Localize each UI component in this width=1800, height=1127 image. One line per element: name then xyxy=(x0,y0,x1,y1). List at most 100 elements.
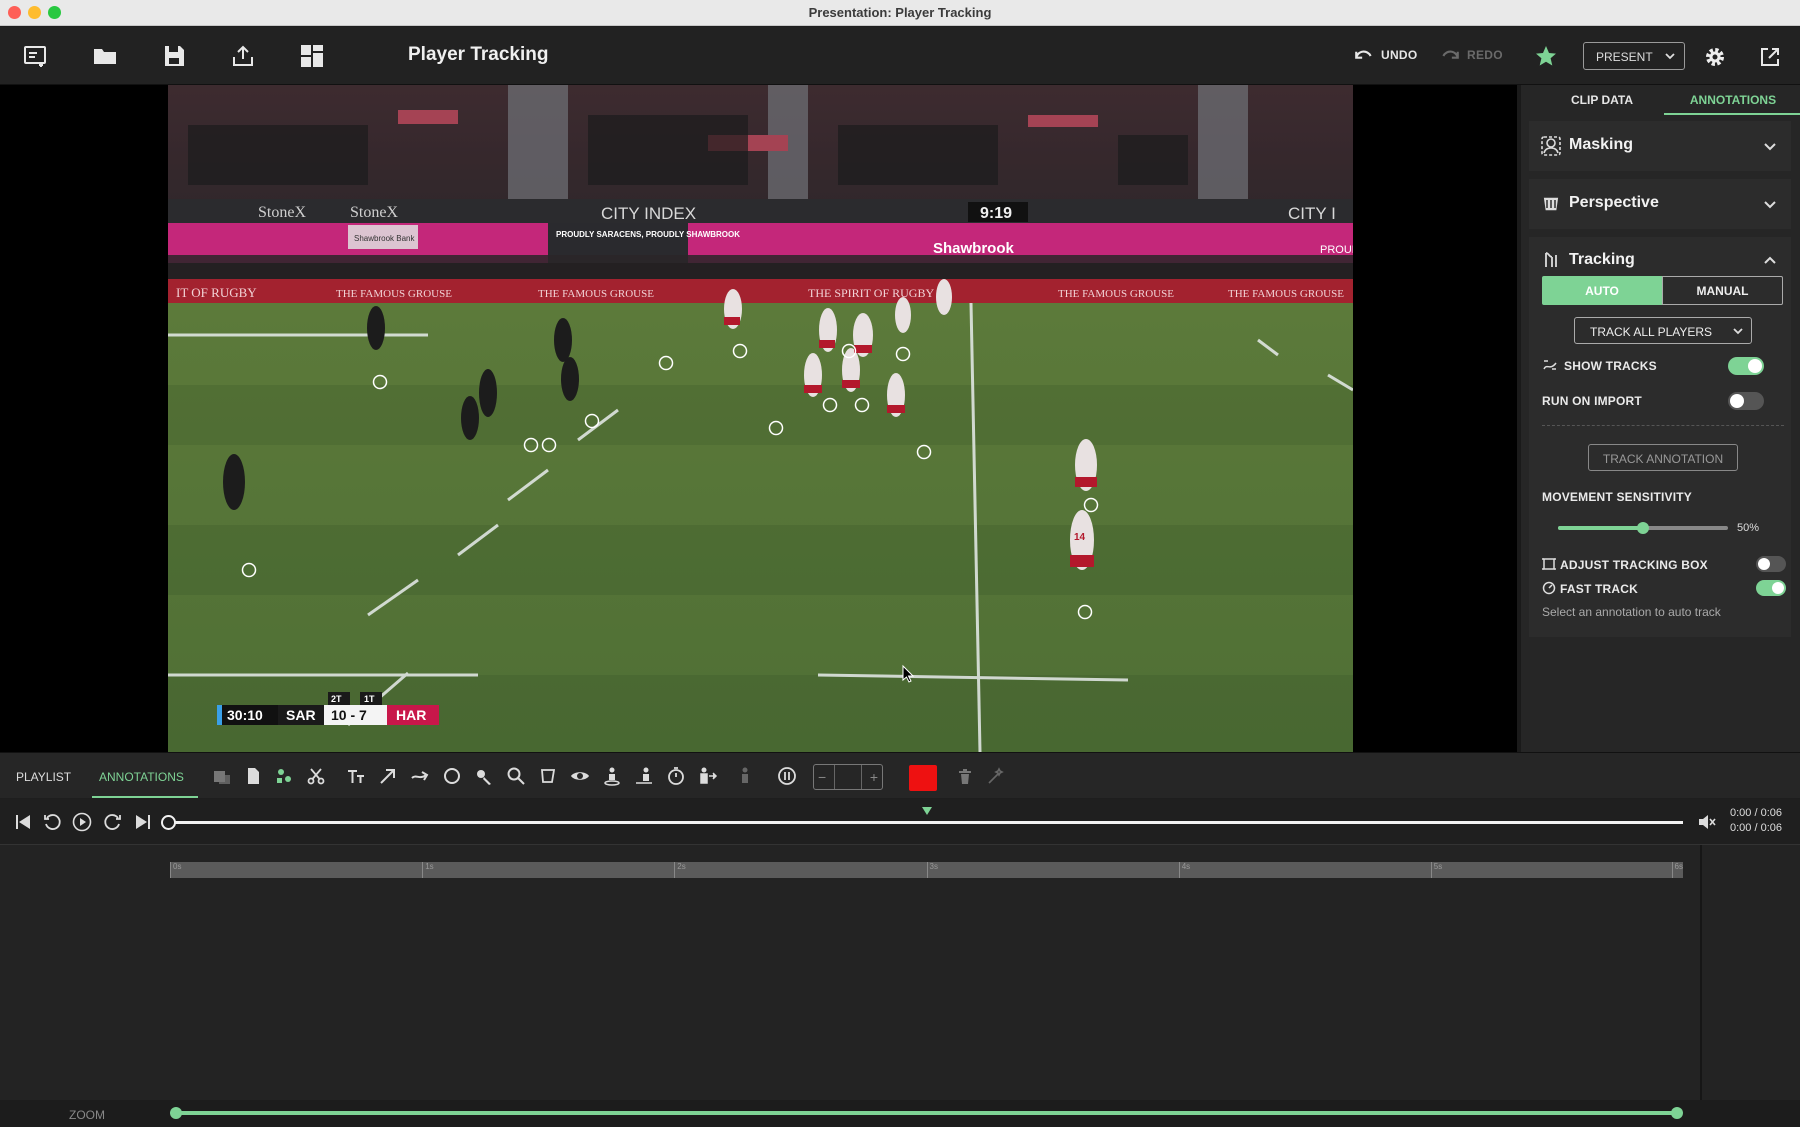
home-team: SAR xyxy=(286,707,316,723)
masking-section[interactable]: Masking xyxy=(1529,121,1791,171)
timer-icon[interactable] xyxy=(666,766,686,786)
undo-icon[interactable] xyxy=(1352,45,1374,67)
trash-icon[interactable] xyxy=(955,766,975,786)
sensitivity-slider[interactable] xyxy=(1558,522,1728,534)
scrubber-track[interactable] xyxy=(168,821,1683,824)
tab-underline xyxy=(92,796,198,798)
away-tries: 1T xyxy=(364,694,375,704)
star-icon[interactable] xyxy=(1534,44,1558,68)
play-icon[interactable] xyxy=(72,812,92,832)
scrubber-handle[interactable] xyxy=(161,815,176,830)
magnify-tool-icon[interactable] xyxy=(506,766,526,786)
player-link-icon[interactable] xyxy=(634,766,654,786)
ruler-tick: 5s xyxy=(1430,862,1442,878)
skip-forward-icon[interactable] xyxy=(133,812,153,832)
copy-icon[interactable] xyxy=(212,766,232,786)
run-on-import-toggle[interactable] xyxy=(1728,392,1764,410)
annotation-toolbar: PLAYLIST ANNOTATIONS − + xyxy=(0,752,1800,798)
tab-annotations-bottom[interactable]: ANNOTATIONS xyxy=(99,770,184,784)
arrow-tool-icon[interactable] xyxy=(378,766,398,786)
banner-text: Shawbrook Bank xyxy=(354,234,415,243)
rewind-icon[interactable] xyxy=(42,812,62,832)
minus-icon[interactable]: − xyxy=(818,769,826,785)
export-icon[interactable] xyxy=(230,43,256,69)
tab-annotations[interactable]: ANNOTATIONS xyxy=(1664,85,1800,115)
gear-icon[interactable] xyxy=(1703,45,1727,69)
sensitivity-slider-fill xyxy=(1558,526,1643,530)
layout-grid-icon[interactable] xyxy=(299,43,325,69)
mode-manual-button[interactable]: MANUAL xyxy=(1662,276,1783,305)
text-tool-icon[interactable] xyxy=(346,766,366,786)
scissors-icon[interactable] xyxy=(306,766,326,786)
mode-auto-button[interactable]: AUTO xyxy=(1542,276,1662,305)
show-tracks-icon xyxy=(1542,357,1558,373)
banner-text: CITY I xyxy=(1288,204,1336,223)
chevron-down-icon xyxy=(1663,49,1677,63)
video-viewport: StoneX StoneX CITY INDEX 9:19 CITY I PRO… xyxy=(0,85,1517,752)
track-players-select[interactable]: TRACK ALL PLAYERS xyxy=(1574,317,1752,344)
banner-text: THE FAMOUS GROUSE xyxy=(538,288,654,300)
folder-icon[interactable] xyxy=(92,43,118,69)
duration-stepper[interactable]: − + xyxy=(813,764,883,790)
plus-icon[interactable]: + xyxy=(870,769,878,785)
adjust-tracking-box-toggle[interactable] xyxy=(1756,556,1786,572)
timeline-area: 0s 1s 2s 3s 4s 5s 6s xyxy=(0,845,1800,1100)
perspective-section[interactable]: Perspective xyxy=(1529,179,1791,229)
tab-clip-data[interactable]: CLIP DATA xyxy=(1547,85,1657,115)
group-icon[interactable] xyxy=(274,766,294,786)
track-annotation-button[interactable]: TRACK ANNOTATION xyxy=(1588,444,1738,471)
tracking-box-icon xyxy=(1542,557,1556,571)
banner-text: IT OF RUGBY xyxy=(176,285,257,300)
pause-icon[interactable] xyxy=(777,766,797,786)
mute-icon[interactable] xyxy=(1697,812,1717,832)
player-ghost-icon[interactable] xyxy=(735,766,755,786)
magic-wand-icon[interactable] xyxy=(986,766,1006,786)
timeline-ruler[interactable]: 0s 1s 2s 3s 4s 5s 6s xyxy=(170,862,1683,878)
chevron-down-icon[interactable] xyxy=(1763,197,1777,211)
present-button[interactable]: PRESENT xyxy=(1583,42,1685,70)
time-total: 0:00 / 0:06 xyxy=(1730,822,1782,834)
circle-tool-icon[interactable] xyxy=(442,766,462,786)
banner-text: THE FAMOUS GROUSE xyxy=(336,288,452,300)
chevron-up-icon[interactable] xyxy=(1763,254,1777,268)
record-color-swatch[interactable] xyxy=(909,765,937,791)
spotlight-tool-icon[interactable] xyxy=(474,766,494,786)
redo-button[interactable]: REDO xyxy=(1467,48,1503,62)
stadium-clock: 9:19 xyxy=(980,205,1012,222)
time-current: 0:00 / 0:06 xyxy=(1730,807,1782,819)
show-tracks-label: SHOW TRACKS xyxy=(1564,359,1657,373)
run-on-import-label: RUN ON IMPORT xyxy=(1542,394,1642,408)
skip-back-icon[interactable] xyxy=(13,812,33,832)
document-title: Player Tracking xyxy=(408,44,549,65)
polygon-tool-icon[interactable] xyxy=(538,766,558,786)
sensitivity-slider-handle[interactable] xyxy=(1637,522,1649,534)
redo-icon[interactable] xyxy=(1440,45,1462,67)
zoom-slider-start-handle[interactable] xyxy=(170,1107,182,1119)
show-tracks-toggle[interactable] xyxy=(1728,357,1764,375)
popout-icon[interactable] xyxy=(1758,45,1782,69)
divider xyxy=(1542,425,1784,426)
paste-icon[interactable] xyxy=(243,766,263,786)
curved-arrow-tool-icon[interactable] xyxy=(410,766,430,786)
video-frame[interactable]: StoneX StoneX CITY INDEX 9:19 CITY I PRO… xyxy=(168,85,1353,752)
player-move-icon[interactable] xyxy=(698,766,718,786)
rugby-match-frame: StoneX StoneX CITY INDEX 9:19 CITY I PRO… xyxy=(168,85,1353,752)
fast-track-icon xyxy=(1542,581,1556,595)
fast-track-toggle[interactable] xyxy=(1756,580,1786,596)
chevron-down-icon[interactable] xyxy=(1763,139,1777,153)
sensitivity-value: 50% xyxy=(1737,522,1760,534)
masking-title: Masking xyxy=(1569,136,1634,153)
eye-icon[interactable] xyxy=(570,766,590,786)
undo-button[interactable]: UNDO xyxy=(1381,48,1418,62)
zoom-slider-track[interactable] xyxy=(176,1111,1676,1115)
player-marker-icon[interactable] xyxy=(602,766,622,786)
tab-playlist[interactable]: PLAYLIST xyxy=(16,770,71,784)
timeline-right-divider xyxy=(1700,845,1702,1100)
masking-icon xyxy=(1541,136,1561,156)
banner-text: THE FAMOUS GROUSE xyxy=(1058,288,1174,300)
banner-text: THE FAMOUS GROUSE xyxy=(1228,288,1344,300)
forward-icon[interactable] xyxy=(103,812,123,832)
zoom-slider-end-handle[interactable] xyxy=(1671,1107,1683,1119)
new-presentation-icon[interactable] xyxy=(22,43,48,69)
save-icon[interactable] xyxy=(161,43,187,69)
